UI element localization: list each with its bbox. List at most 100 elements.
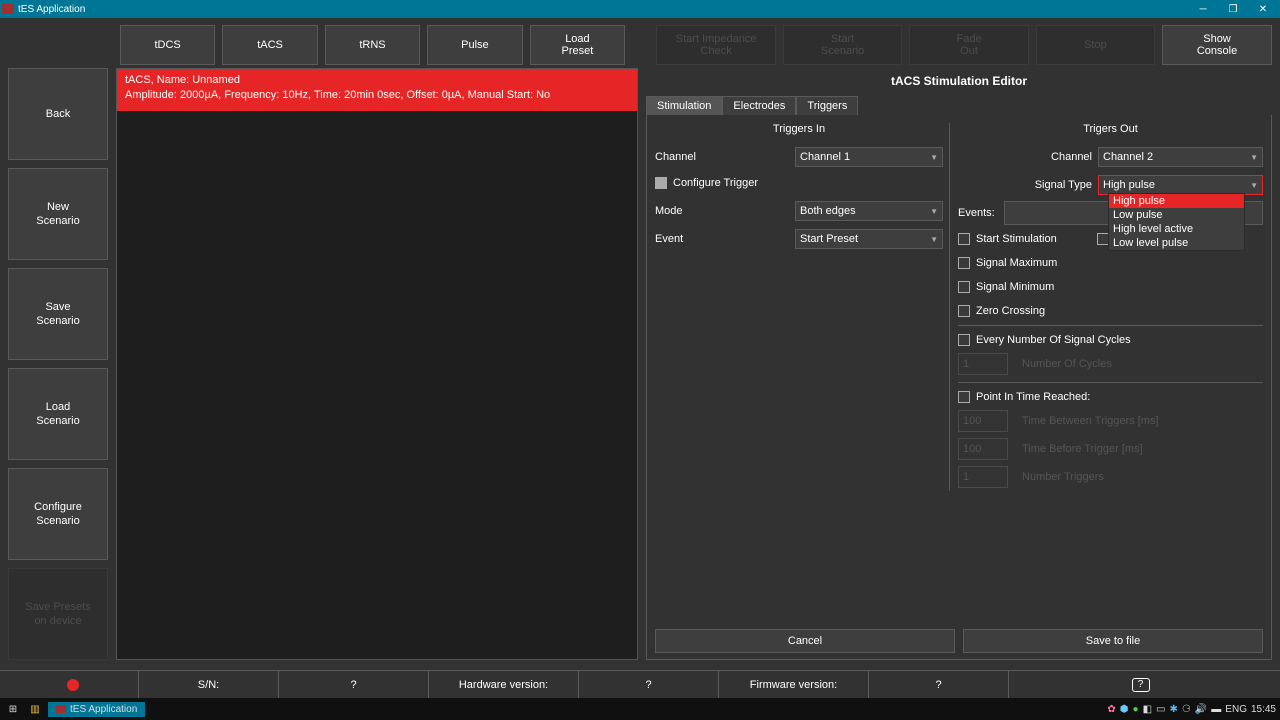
configure-trigger-label: Configure Trigger [673,177,758,189]
bluetooth-icon[interactable]: ✱ [1169,704,1177,715]
left-sidebar: Back New Scenario Save Scenario Load Sce… [8,68,108,660]
trns-button[interactable]: tRNS [325,25,420,65]
triggers-in-column: Triggers In Channel Channel 1▼ Configure… [655,123,950,491]
channel-out-select[interactable]: Channel 2▼ [1098,147,1263,167]
zero-crossing-checkbox[interactable] [958,305,970,317]
fw-label: Firmware version: [750,679,837,691]
preset-line1: tACS, Name: Unnamed [125,73,629,88]
dd-option-high-pulse[interactable]: High pulse [1109,194,1244,208]
show-console-button[interactable]: Show Console [1162,25,1272,65]
signal-max-checkbox[interactable] [958,257,970,269]
num-cycles-input[interactable] [958,353,1008,375]
time-between-input[interactable] [958,410,1008,432]
fade-out-button: Fade Out [909,25,1028,65]
preset-item-selected[interactable]: tACS, Name: Unnamed Amplitude: 2000µA, F… [117,69,637,111]
num-cycles-label: Number Of Cycles [1022,358,1112,370]
sn-value: ? [350,679,356,691]
point-in-time-checkbox[interactable] [958,391,970,403]
configure-scenario-button[interactable]: Configure Scenario [8,468,108,560]
help-icon[interactable]: ? [1132,678,1150,692]
channel-in-label: Channel [655,151,795,163]
event-label: Event [655,233,795,245]
channel-out-label: Channel [958,151,1098,163]
top-toolbar: tDCS tACS tRNS Pulse Load Preset Start I… [0,18,1280,68]
chevron-down-icon: ▼ [1250,181,1258,190]
status-bar: S/N: ? Hardware version: ? Firmware vers… [0,670,1280,698]
tab-triggers[interactable]: Triggers [796,96,858,115]
record-indicator-icon [67,679,79,691]
chevron-down-icon: ▼ [930,235,938,244]
signal-max-label: Signal Maximum [976,257,1057,269]
new-scenario-button[interactable]: New Scenario [8,168,108,260]
configure-trigger-checkbox[interactable] [655,177,667,189]
system-tray[interactable]: ✿ ⬢ ● ◧ ▭ ✱ ⚆ 🔊 ▬ ENG 15:45 [1107,704,1276,715]
dd-option-high-level[interactable]: High level active [1109,222,1244,236]
sn-label: S/N: [198,679,219,691]
window-titlebar: tES Application ─ ❐ ✕ [0,0,1280,18]
start-menu-icon[interactable]: ⊞ [4,701,22,717]
cancel-button[interactable]: Cancel [655,629,955,653]
tray-icon[interactable]: ◧ [1143,704,1152,715]
every-cycles-label: Every Number Of Signal Cycles [976,334,1131,346]
load-scenario-button[interactable]: Load Scenario [8,368,108,460]
events-label: Events: [958,207,1004,219]
tray-icon[interactable]: ⬢ [1120,704,1129,715]
channel-in-select[interactable]: Channel 1▼ [795,147,943,167]
app-title: tES Application [18,4,85,15]
start-stim-label: Start Stimulation [976,233,1057,245]
volume-icon[interactable]: 🔊 [1195,704,1207,715]
app-icon [2,4,14,14]
start-stim-checkbox[interactable] [958,233,970,245]
chevron-down-icon: ▼ [930,207,938,216]
minimize-button[interactable]: ─ [1188,1,1218,17]
time-before-input[interactable] [958,438,1008,460]
mode-label: Mode [655,205,795,217]
taskbar-app[interactable]: tES Application [48,702,145,717]
stop-button: Stop [1036,25,1155,65]
signal-min-checkbox[interactable] [958,281,970,293]
save-scenario-button[interactable]: Save Scenario [8,268,108,360]
num-triggers-input[interactable] [958,466,1008,488]
tacs-button[interactable]: tACS [222,25,317,65]
preset-list-panel: tACS, Name: Unnamed Amplitude: 2000µA, F… [116,68,638,660]
mode-select[interactable]: Both edges▼ [795,201,943,221]
signal-type-label: Signal Type [958,179,1098,191]
num-triggers-label: Number Triggers [1022,471,1104,483]
signal-type-dropdown[interactable]: High pulse Low pulse High level active L… [1108,193,1245,251]
tray-icon[interactable]: ✿ [1107,704,1115,715]
preset-line2: Amplitude: 2000µA, Frequency: 10Hz, Time… [125,88,629,103]
signal-type-select[interactable]: High pulse▼ [1098,175,1263,195]
dd-option-low-pulse[interactable]: Low pulse [1109,208,1244,222]
dd-option-low-level[interactable]: Low level pulse [1109,236,1244,250]
stimulation-editor-panel: tACS Stimulation Editor Stimulation Elec… [646,68,1272,660]
tab-stimulation[interactable]: Stimulation [646,96,722,115]
start-impedance-button: Start Impedance Check [656,25,775,65]
wifi-icon[interactable]: ⚆ [1182,704,1191,715]
editor-title: tACS Stimulation Editor [646,68,1272,96]
zero-crossing-label: Zero Crossing [976,305,1045,317]
time-before-label: Time Before Trigger [ms] [1022,443,1143,455]
load-preset-button[interactable]: Load Preset [530,25,626,65]
save-presets-device-button: Save Presets on device [8,568,108,660]
hw-value: ? [645,679,651,691]
event-select[interactable]: Start Preset▼ [795,229,943,249]
triggers-out-column: Trigers Out Channel Channel 2▼ Signal Ty… [950,123,1263,491]
battery-icon[interactable]: ▬ [1211,704,1221,715]
tray-icon[interactable]: ▭ [1156,704,1165,715]
tdcs-button[interactable]: tDCS [120,25,215,65]
file-explorer-icon[interactable]: ▥ [26,701,44,717]
every-cycles-checkbox[interactable] [958,334,970,346]
tray-icon[interactable]: ● [1133,704,1139,715]
pulse-button[interactable]: Pulse [427,25,522,65]
close-button[interactable]: ✕ [1248,1,1278,17]
tab-electrodes[interactable]: Electrodes [722,96,796,115]
start-scenario-button: Start Scenario [783,25,902,65]
maximize-button[interactable]: ❐ [1218,1,1248,17]
time-between-label: Time Between Triggers [ms] [1022,415,1159,427]
save-to-file-button[interactable]: Save to file [963,629,1263,653]
triggers-in-title: Triggers In [655,123,943,135]
lang-indicator[interactable]: ENG [1225,704,1247,715]
triggers-out-title: Trigers Out [958,123,1263,135]
clock[interactable]: 15:45 [1251,704,1276,715]
back-button[interactable]: Back [8,68,108,160]
